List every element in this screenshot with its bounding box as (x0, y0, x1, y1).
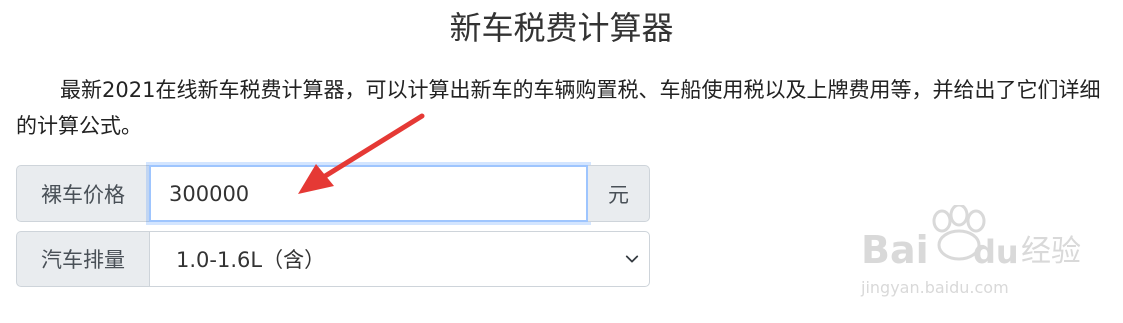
price-label: 裸车价格 (16, 165, 149, 222)
watermark-brand-c: 经验 (1021, 234, 1081, 269)
chevron-down-icon (625, 255, 639, 263)
watermark-brand-b: du (973, 233, 1019, 271)
page-description: 最新2021在线新车税费计算器，可以计算出新车的车辆购置税、车船使用税以及上牌费… (16, 78, 1101, 138)
displacement-select[interactable]: 1.0-1.6L（含） (149, 231, 650, 287)
displacement-label: 汽车排量 (16, 231, 149, 287)
watermark-brand-a: Bai (861, 228, 929, 272)
displacement-input-group: 汽车排量 1.0-1.6L（含） (16, 231, 650, 287)
price-unit: 元 (588, 165, 650, 222)
watermark-url: jingyan.baidu.com (860, 278, 1009, 297)
displacement-selected-value: 1.0-1.6L（含） (176, 248, 326, 272)
baidu-watermark: Bai du 经验 jingyan.baidu.com (860, 205, 1081, 297)
red-arrow-icon (298, 113, 425, 194)
page-title: 新车税费计算器 (449, 9, 674, 47)
